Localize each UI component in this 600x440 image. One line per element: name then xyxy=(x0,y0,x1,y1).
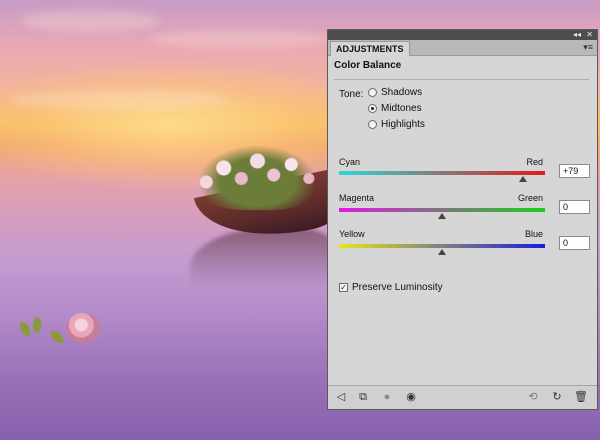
slider-left-label: Cyan xyxy=(339,157,361,167)
adjustments-panel: ◂◂ ✕ ADJUSTMENTS ▾≡ Color Balance Tone: … xyxy=(327,29,598,410)
cloud xyxy=(10,90,230,110)
visibility-icon-gray[interactable]: ● xyxy=(380,390,394,404)
close-icon[interactable]: ✕ xyxy=(586,30,593,40)
boat-reflection xyxy=(190,228,340,288)
tone-option-label: Highlights xyxy=(381,119,425,130)
slider-left-label: Magenta xyxy=(339,193,375,203)
cyan-red-slider-track[interactable] xyxy=(339,171,545,175)
double-chevron-left-icon[interactable]: ◂◂ xyxy=(573,30,581,40)
cyan-red-value-input[interactable]: +79 xyxy=(559,164,590,178)
radio-highlights[interactable] xyxy=(368,120,377,129)
slider-left-label: Yellow xyxy=(339,229,365,239)
cloud xyxy=(150,30,330,48)
magenta-green-slider-track[interactable] xyxy=(339,208,545,212)
eye-icon[interactable]: ◉ xyxy=(404,390,418,404)
tone-option-label: Midtones xyxy=(381,103,422,114)
divider xyxy=(334,79,589,80)
tab-adjustments[interactable]: ADJUSTMENTS xyxy=(330,41,410,56)
adjustment-title: Color Balance xyxy=(334,60,402,71)
tone-label: Tone: xyxy=(339,89,364,100)
preserve-luminosity-label: Preserve Luminosity xyxy=(352,282,443,293)
back-arrow-icon[interactable]: ◁ xyxy=(334,390,348,404)
cyan-red-slider-thumb[interactable] xyxy=(519,176,528,182)
yellow-blue-slider-thumb[interactable] xyxy=(438,249,446,255)
yellow-blue-slider-track[interactable] xyxy=(339,244,545,248)
yellow-blue-value-input[interactable]: 0 xyxy=(559,236,590,250)
leaf xyxy=(29,316,45,334)
previous-state-icon[interactable]: ⟲ xyxy=(526,390,540,404)
tone-option-label: Shadows xyxy=(381,87,423,98)
tone-option-highlights[interactable]: Highlights xyxy=(368,119,425,130)
tone-option-midtones[interactable]: Midtones xyxy=(368,103,422,114)
magenta-green-value-input[interactable]: 0 xyxy=(559,200,590,214)
tone-option-shadows[interactable]: Shadows xyxy=(368,87,422,98)
radio-shadows[interactable] xyxy=(368,88,377,97)
cloud xyxy=(20,10,160,32)
leaf xyxy=(20,322,30,336)
panel-bottom-toolbar: ◁ ⧉ ● ◉ ⟲ ↻ 🗑 xyxy=(328,385,597,409)
panel-menu-icon[interactable]: ▾≡ xyxy=(583,41,593,54)
slider-right-label: Red xyxy=(526,157,543,167)
preserve-luminosity-checkbox[interactable]: ✓ xyxy=(339,283,348,292)
panel-tabbar: ADJUSTMENTS ▾≡ xyxy=(328,40,597,56)
rose xyxy=(66,313,100,343)
reset-icon[interactable]: ↻ xyxy=(550,390,564,404)
flower-bouquet xyxy=(190,140,325,210)
panel-titlebar: ◂◂ ✕ xyxy=(328,30,597,40)
clip-to-layer-icon[interactable]: ⧉ xyxy=(356,390,370,404)
slider-right-label: Green xyxy=(517,193,543,203)
radio-midtones[interactable] xyxy=(368,104,377,113)
trash-icon[interactable]: 🗑 xyxy=(574,390,588,404)
slider-right-label: Blue xyxy=(524,229,543,239)
magenta-green-slider-thumb[interactable] xyxy=(438,213,446,219)
leaf xyxy=(49,328,65,346)
preserve-luminosity[interactable]: ✓ Preserve Luminosity xyxy=(339,282,443,293)
